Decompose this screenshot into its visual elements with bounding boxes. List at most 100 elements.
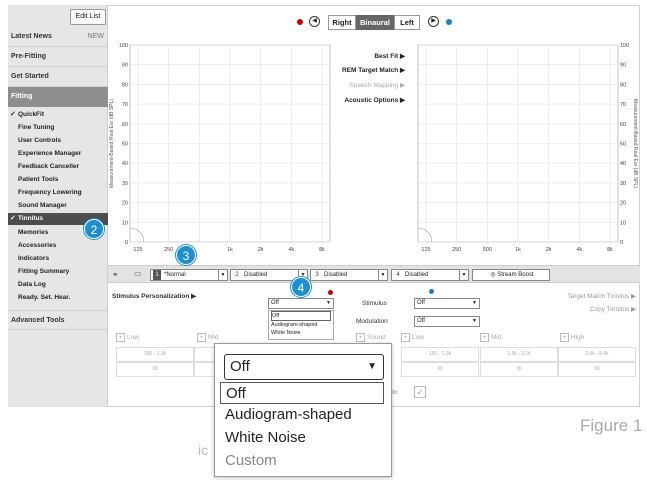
sidebar-item-indicators[interactable]: Indicators: [8, 253, 108, 265]
plus-icon: +: [116, 333, 125, 342]
checkmark-icon: ✓: [10, 111, 16, 118]
sidebar: Edit List Latest News NEW Pre-Fitting Get…: [8, 5, 108, 407]
band-sound[interactable]: + Sound: [356, 333, 386, 342]
y-tick-label: 60: [122, 122, 128, 128]
y-tick-label: 20: [122, 201, 128, 207]
left-ear-dot: [429, 289, 434, 294]
sidebar-item-fitting-summary[interactable]: Fitting Summary: [8, 266, 108, 278]
level-cell[interactable]: 30: [558, 362, 636, 377]
band-high[interactable]: + High: [560, 333, 584, 342]
acoustic-options-link[interactable]: Acoustic Options ▶: [305, 96, 405, 104]
x-tick-label: 2k: [546, 247, 552, 253]
sidebar-latest-news[interactable]: Latest News NEW: [8, 27, 108, 47]
plus-icon: +: [401, 333, 410, 342]
left-ear-chart: 1009080706050403020100125 250 500 1k 2k 4k 8kM…: [417, 43, 638, 253]
range-cell: 150 - 1.3k: [401, 347, 479, 362]
speaker-left-icon[interactable]: ▶: [428, 16, 439, 27]
sidebar-item-feedback-canceller[interactable]: Feedback Canceller: [8, 161, 108, 173]
y-axis-label: Measurement-Based Real Ear (dB SPL): [109, 99, 115, 188]
band-mid-right[interactable]: + Mid: [480, 333, 501, 342]
copy-tinnitus-link[interactable]: Copy Tinnitus ▶: [540, 305, 636, 313]
sidebar-item-patient-tools[interactable]: Patient Tools: [8, 174, 108, 186]
figure-label: Figure 1: [580, 416, 643, 435]
plus-icon: +: [197, 333, 206, 342]
zoom-option-off[interactable]: Off: [220, 382, 384, 404]
y-tick-label: 70: [122, 102, 128, 108]
ear-binaural-button[interactable]: Binaural: [356, 15, 394, 30]
option-white-noise[interactable]: White Noise: [271, 329, 333, 337]
rem-target-match-link[interactable]: REM Target Match ▶: [305, 66, 405, 74]
sidebar-item-user-controls[interactable]: User Controls: [8, 135, 108, 147]
level-cell[interactable]: 30: [480, 362, 558, 377]
y-tick-label: 70: [620, 102, 626, 108]
best-fit-link[interactable]: Best Fit ▶: [305, 52, 405, 60]
sidebar-advanced-tools[interactable]: Advanced Tools: [8, 310, 108, 330]
y-tick-label: 30: [620, 181, 626, 187]
option-audiogram-shaped[interactable]: Audiogram-shaped: [271, 321, 333, 329]
zoomed-stimulus-select[interactable]: Off ▼: [224, 354, 384, 380]
edit-list-button[interactable]: Edit List: [70, 9, 106, 25]
zoom-option-audiogram-shaped[interactable]: Audiogram-shaped: [220, 404, 384, 426]
sidebar-pre-fitting[interactable]: Pre-Fitting: [8, 47, 108, 67]
band-mid-left[interactable]: + Mid: [197, 333, 218, 342]
chevron-down-icon: ▼: [367, 361, 377, 372]
range-cell: 1.3k - 3.1k: [480, 347, 558, 362]
sidebar-fitting-header[interactable]: Fitting: [8, 87, 108, 107]
checkmark-icon: ✓: [10, 215, 16, 222]
y-tick-label: 50: [122, 142, 128, 148]
plus-icon: +: [356, 333, 365, 342]
y-tick-label: 90: [620, 63, 626, 69]
right-ear-dot: [297, 19, 303, 25]
sidebar-item-sound-manager[interactable]: Sound Manager: [8, 200, 108, 212]
y-tick-label: 100: [620, 43, 629, 49]
x-tick-label: 8k: [319, 247, 325, 253]
target-match-tinnitus-link[interactable]: Target Match Tinnitus ▶: [540, 292, 636, 300]
zoom-option-white-noise[interactable]: White Noise: [220, 427, 384, 449]
zoom-option-custom[interactable]: Custom: [220, 450, 384, 472]
sidebar-item-accessories[interactable]: Accessories: [8, 240, 108, 252]
modulation-select[interactable]: Off ▼: [414, 316, 480, 327]
right-stimulus-select[interactable]: Off ▼: [268, 298, 334, 309]
band-low-right[interactable]: + Low: [401, 333, 424, 342]
speech-mapping-link[interactable]: Speech Mapping ▶: [305, 81, 405, 89]
speaker-right-icon[interactable]: ◀: [309, 16, 320, 27]
program-bar: ⚭ ▭ 1 *Normal ▼ 2 Disabled ▼ 3 Disabled ▼ 4 Dis…: [108, 265, 640, 283]
range-cell: 150 - 1.3k: [116, 347, 194, 362]
y-tick-label: 10: [122, 220, 128, 226]
chevron-down-icon: ▼: [472, 300, 477, 306]
level-cell[interactable]: 30: [116, 362, 194, 377]
stimulus-personalization-link[interactable]: Stimulus Personalization ▶: [112, 292, 196, 300]
chat-icon[interactable]: ▭: [134, 269, 142, 278]
ear-left-button[interactable]: Left: [394, 15, 420, 30]
on-checkbox[interactable]: ✓: [414, 386, 426, 398]
sidebar-get-started[interactable]: Get Started: [8, 67, 108, 87]
y-tick-label: 0: [620, 240, 623, 246]
program-3-select[interactable]: 3 Disabled ▼: [310, 269, 388, 281]
sidebar-item-fine-tuning[interactable]: Fine Tuning: [8, 122, 108, 134]
program-1-select[interactable]: 1 *Normal ▼: [150, 269, 228, 281]
band-low-left[interactable]: + Low: [116, 333, 139, 342]
sidebar-item-frequency-lowering[interactable]: Frequency Lowering: [8, 187, 108, 199]
sidebar-item-data-log[interactable]: Data Log: [8, 279, 108, 291]
level-cell[interactable]: 30: [401, 362, 479, 377]
sidebar-item-ready-set-hear[interactable]: Ready. Set. Hear.: [8, 292, 108, 304]
x-tick-label: 250: [164, 247, 173, 253]
x-tick-label: 500: [483, 247, 492, 253]
sidebar-item-quickfit[interactable]: ✓ QuickFit: [8, 109, 108, 121]
program-4-select[interactable]: 4 Disabled ▼: [391, 269, 469, 281]
y-tick-label: 50: [620, 142, 626, 148]
x-tick-label: 250: [452, 247, 461, 253]
sidebar-item-experience-manager[interactable]: Experience Manager: [8, 148, 108, 160]
ear-right-button[interactable]: Right: [328, 15, 356, 30]
right-ear-chart: 1009080706050403020100125 250 1k 2k 4k 8kMeas…: [109, 43, 331, 253]
stream-boost-button[interactable]: ◎ Stream Boost: [472, 269, 550, 281]
link-icon[interactable]: ⚭: [112, 270, 119, 279]
option-off[interactable]: Off: [271, 311, 331, 321]
x-tick-label: 4k: [288, 247, 294, 253]
level-cell[interactable]: [194, 362, 216, 377]
y-tick-label: 10: [620, 220, 626, 226]
range-cell: 3.6k - 8.4k: [558, 347, 636, 362]
y-axis-label: Measurement-Based Real Ear (dB SPL): [632, 99, 638, 188]
left-stimulus-select[interactable]: Off ▼: [414, 298, 480, 309]
y-tick-label: 40: [122, 161, 128, 167]
